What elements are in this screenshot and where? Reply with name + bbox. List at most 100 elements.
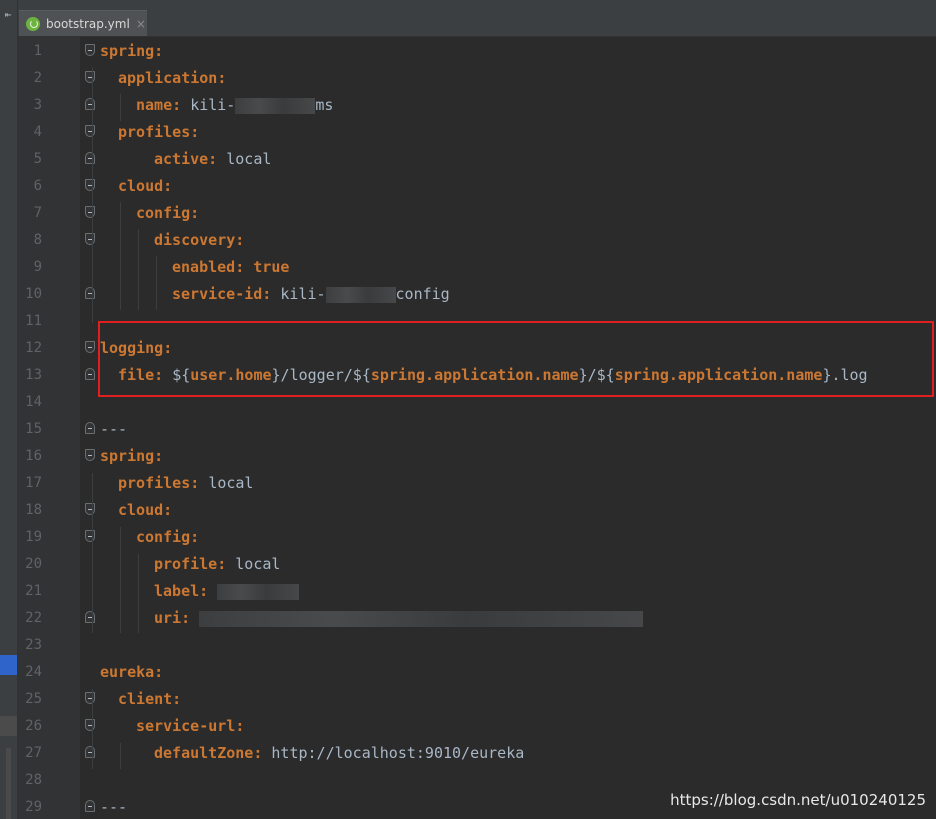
yaml-key: name: (136, 96, 182, 114)
yaml-key: client: (118, 690, 182, 708)
line-number: 7 (33, 205, 42, 221)
code-line-20[interactable]: profile: local (154, 551, 280, 578)
yaml-key: profiles: (118, 123, 200, 141)
document-separator: --- (100, 420, 128, 438)
redacted-text (235, 97, 316, 114)
code-line-7[interactable]: config: (136, 200, 199, 227)
code-line-24[interactable]: eureka: (100, 659, 163, 686)
tool-window-button-active[interactable] (0, 655, 17, 675)
line-number: 9 (33, 259, 42, 275)
editor-tab-bar: bootstrap.yml × (18, 0, 936, 37)
code-line-1[interactable]: spring: (100, 38, 163, 65)
yaml-key: profile: (154, 555, 227, 573)
yaml-value: local (226, 150, 272, 168)
yaml-key: application: (118, 69, 227, 87)
line-number: 13 (25, 367, 42, 383)
code-editor[interactable]: spring: application: name: kili-ms profi… (80, 37, 936, 819)
yaml-value: kili- (190, 96, 236, 114)
code-line-29[interactable]: --- (100, 794, 127, 819)
code-line-27[interactable]: defaultZone: http://localhost:9010/eurek… (154, 740, 524, 767)
redacted-text (199, 610, 644, 627)
yaml-key: profiles: (118, 474, 200, 492)
line-number: 5 (33, 151, 42, 167)
line-number: 4 (33, 124, 42, 140)
line-number: 6 (33, 178, 42, 194)
tool-window-strip: ⇤ (0, 0, 18, 819)
yaml-key: uri: (154, 609, 191, 627)
code-line-8[interactable]: discovery: (154, 227, 244, 254)
close-tab-icon[interactable]: × (136, 17, 146, 31)
line-number: 1 (33, 43, 42, 59)
line-number: 10 (25, 286, 42, 302)
yaml-value: local (208, 474, 254, 492)
code-line-5[interactable]: active: local (154, 146, 271, 173)
line-number: 24 (25, 664, 42, 680)
code-line-17[interactable]: profiles: local (118, 470, 253, 497)
indent-guide (92, 689, 93, 769)
yaml-key: active: (154, 150, 218, 168)
redacted-text (325, 286, 396, 303)
line-number: 17 (25, 475, 42, 491)
line-number-gutter[interactable]: 1 2 3 4 5 6 7 8 9 10 11 12 13 14 15 16 1… (18, 37, 80, 819)
line-number: 12 (25, 340, 42, 356)
code-line-18[interactable]: cloud: (118, 497, 172, 524)
yaml-key: service-id: (172, 285, 272, 303)
line-number: 25 (25, 691, 42, 707)
line-number: 20 (25, 556, 42, 572)
indent-guide (156, 256, 157, 310)
line-number: 11 (25, 313, 42, 329)
line-number: 26 (25, 718, 42, 734)
code-line-22[interactable]: uri: (154, 605, 644, 632)
yaml-key: eureka: (100, 663, 164, 681)
spring-leaf-icon (26, 16, 40, 31)
line-number: 23 (25, 637, 42, 653)
yaml-key: defaultZone: (154, 744, 263, 762)
annotation-highlight-box (98, 321, 934, 397)
code-line-2[interactable]: application: (118, 65, 226, 92)
line-number: 27 (25, 745, 42, 761)
indent-guide (120, 94, 121, 121)
yaml-key: config: (136, 528, 200, 546)
watermark: https://blog.csdn.net/u010240125 (670, 791, 926, 809)
document-separator: --- (100, 798, 128, 816)
redacted-text (217, 583, 300, 600)
code-line-9[interactable]: enabled: true (172, 254, 289, 281)
code-line-25[interactable]: client: (118, 686, 181, 713)
line-number: 18 (25, 502, 42, 518)
yaml-boolean: true (253, 258, 290, 276)
line-number: 3 (33, 97, 42, 113)
line-number: 15 (25, 421, 42, 437)
code-line-16[interactable]: spring: (100, 443, 163, 470)
yaml-value: http://localhost:9010/eureka (271, 744, 525, 762)
line-number: 19 (25, 529, 42, 545)
code-line-15[interactable]: --- (100, 416, 127, 443)
scroll-marker (6, 748, 11, 819)
line-number: 8 (33, 232, 42, 248)
yaml-key: service-url: (136, 717, 245, 735)
code-line-6[interactable]: cloud: (118, 173, 172, 200)
tab-filename: bootstrap.yml (46, 16, 130, 31)
yaml-value: ms (315, 96, 334, 114)
code-line-4[interactable]: profiles: (118, 119, 199, 146)
indent-guide (120, 202, 121, 310)
code-line-19[interactable]: config: (136, 524, 199, 551)
ide-window: ⇤ bootstrap.yml × 1 2 3 4 5 6 7 8 9 10 1… (0, 0, 936, 819)
editor-tab-bootstrap-yml[interactable]: bootstrap.yml × (19, 10, 147, 36)
code-line-26[interactable]: service-url: (136, 713, 244, 740)
indent-guide (92, 67, 93, 323)
line-number: 22 (25, 610, 42, 626)
line-number: 21 (25, 583, 42, 599)
line-number: 28 (25, 772, 42, 788)
yaml-key: spring: (100, 447, 164, 465)
line-number: 16 (25, 448, 42, 464)
indent-guide (138, 229, 139, 310)
line-number: 29 (25, 799, 42, 815)
code-line-21[interactable]: label: (154, 578, 300, 605)
yaml-value: kili- (280, 285, 326, 303)
code-line-10[interactable]: service-id: kili-config (172, 281, 450, 308)
line-number: 2 (33, 70, 42, 86)
navigate-back-icon[interactable]: ⇤ (1, 8, 15, 22)
line-number: 14 (25, 394, 42, 410)
tool-window-button[interactable] (0, 716, 17, 736)
code-line-3[interactable]: name: kili-ms (136, 92, 333, 119)
